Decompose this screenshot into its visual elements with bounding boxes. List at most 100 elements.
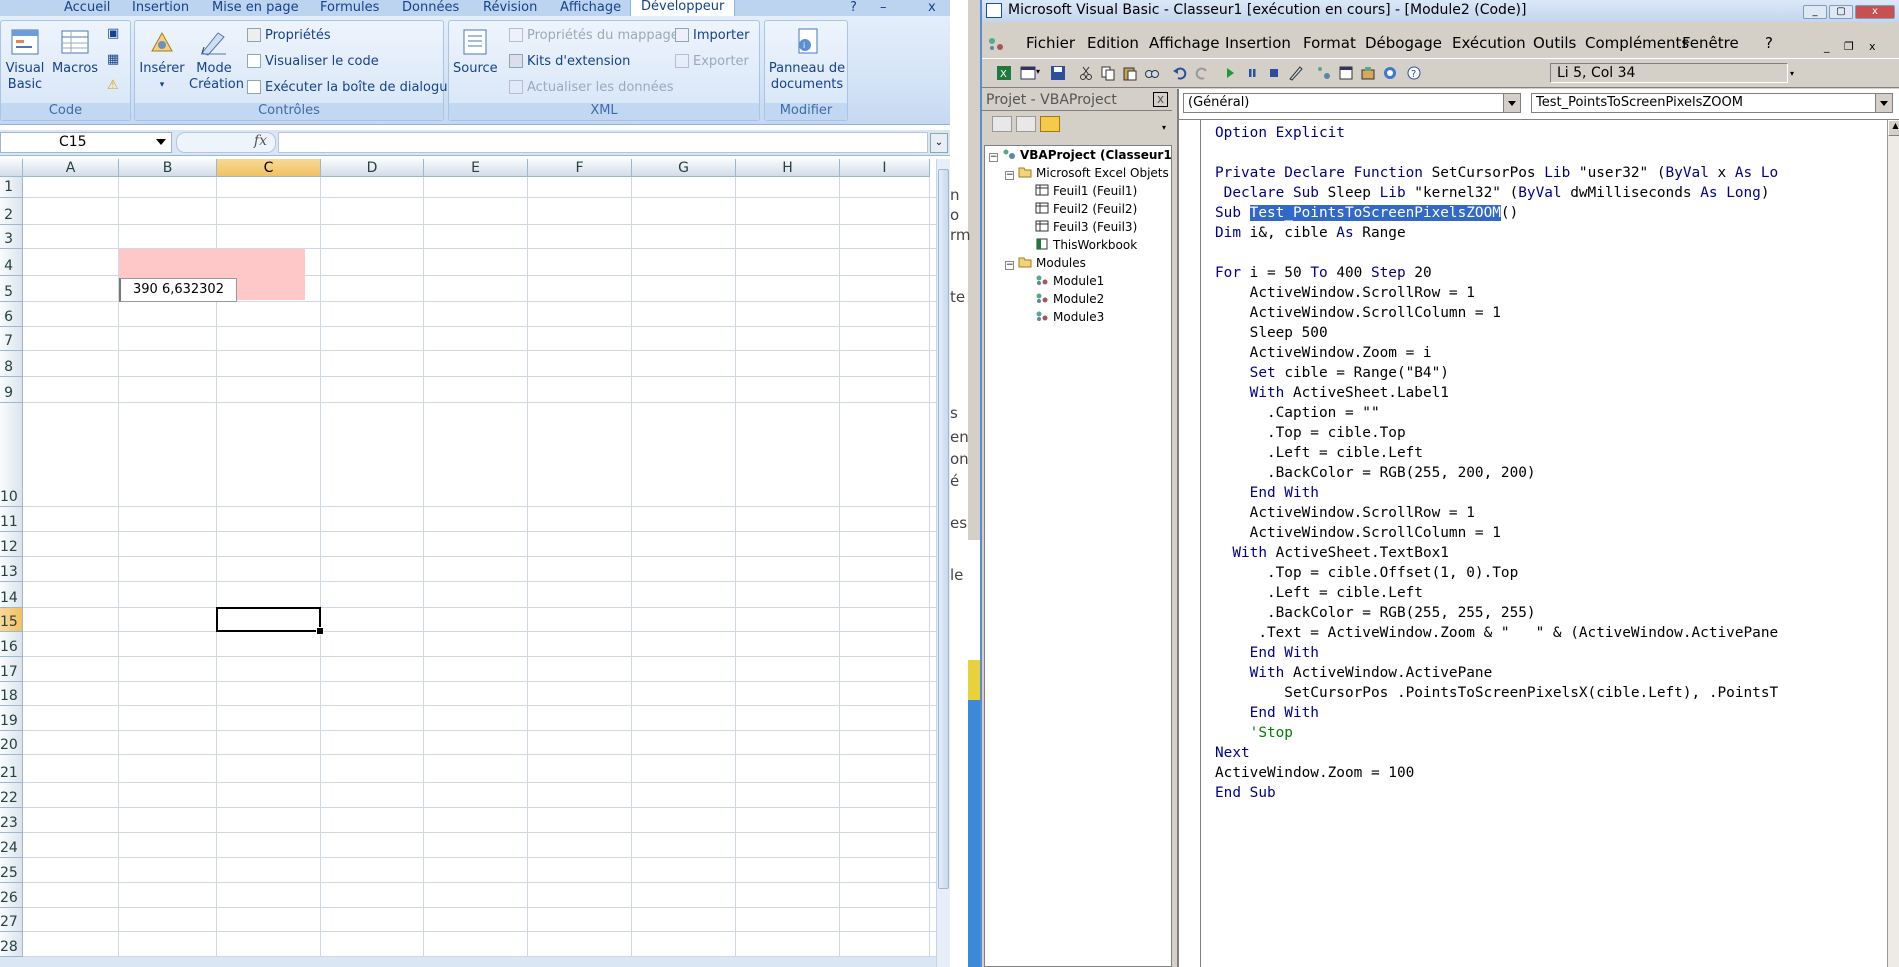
view-object-icon[interactable] bbox=[1016, 116, 1036, 132]
row-header-10[interactable]: 10 bbox=[0, 403, 23, 507]
menu-format[interactable]: Format bbox=[1303, 30, 1356, 56]
code-line[interactable]: ActiveWindow.ScrollColumn = 1 bbox=[1215, 523, 1778, 543]
copy-icon[interactable] bbox=[1100, 65, 1116, 81]
visual-basic-button[interactable]: Visual Basic bbox=[3, 27, 47, 93]
column-header-h[interactable]: H bbox=[736, 159, 840, 177]
code-line[interactable]: ActiveWindow.ScrollRow = 1 bbox=[1215, 283, 1778, 303]
tab-revision[interactable]: Révision bbox=[483, 0, 537, 16]
view-code-icon[interactable] bbox=[992, 116, 1012, 132]
code-line[interactable]: End With bbox=[1215, 483, 1778, 503]
menu-fichier[interactable]: Fichier bbox=[1026, 30, 1075, 56]
code-line[interactable]: End Sub bbox=[1215, 783, 1778, 803]
menu-complements[interactable]: Compléments bbox=[1585, 30, 1689, 56]
active-cell[interactable] bbox=[216, 607, 324, 635]
row-header-13[interactable]: 13 bbox=[0, 557, 23, 582]
row-header-3[interactable]: 3 bbox=[0, 225, 23, 249]
menu-affichage[interactable]: Affichage bbox=[1149, 30, 1219, 56]
code-line[interactable]: .Left = cible.Left bbox=[1215, 443, 1778, 463]
project-explorer-icon[interactable] bbox=[1316, 65, 1332, 81]
menu-outils[interactable]: Outils bbox=[1533, 30, 1576, 56]
code-line[interactable]: ActiveWindow.Zoom = 100 bbox=[1215, 763, 1778, 783]
code-line[interactable]: Dim i&, cible As Range bbox=[1215, 223, 1778, 243]
tree-node-vbaproject[interactable]: − VBAProject (Classeur1 bbox=[989, 146, 1171, 164]
find-icon[interactable] bbox=[1144, 65, 1160, 81]
object-browser-icon[interactable] bbox=[1360, 65, 1376, 81]
row-header-25[interactable]: 25 bbox=[0, 858, 23, 883]
object-combo[interactable]: (Général) bbox=[1183, 93, 1521, 113]
row-header-2[interactable]: 2 bbox=[0, 198, 23, 225]
code-line[interactable]: SetCursorPos .PointsToScreenPixelsX(cibl… bbox=[1215, 683, 1778, 703]
row-header-27[interactable]: 27 bbox=[0, 908, 23, 932]
name-box[interactable]: C15 bbox=[0, 132, 172, 153]
sheet-tabs-bar[interactable] bbox=[0, 957, 936, 967]
code-line[interactable]: .BackColor = RGB(255, 200, 200) bbox=[1215, 463, 1778, 483]
kits-extension-button[interactable]: Kits d'extension bbox=[509, 53, 630, 71]
save-icon[interactable] bbox=[1050, 65, 1066, 81]
code-line[interactable]: 'Stop bbox=[1215, 723, 1778, 743]
code-editor[interactable]: Option Explicit Private Declare Function … bbox=[1179, 119, 1899, 967]
scrollbar-thumb[interactable] bbox=[938, 169, 949, 889]
code-line[interactable]: For i = 50 To 400 Step 20 bbox=[1215, 263, 1778, 283]
column-header-b[interactable]: B bbox=[119, 159, 217, 177]
reset-icon[interactable] bbox=[1266, 65, 1282, 81]
tree-node-module2[interactable]: Module2 bbox=[1035, 290, 1104, 308]
break-icon[interactable] bbox=[1244, 65, 1260, 81]
row-header-16[interactable]: 16 bbox=[0, 632, 23, 657]
minimize-ribbon-icon[interactable]: – bbox=[880, 0, 887, 16]
mdi-restore-icon[interactable]: ❐ bbox=[1844, 34, 1854, 60]
importer-button[interactable]: Importer bbox=[675, 27, 750, 45]
chevron-down-icon[interactable] bbox=[1875, 94, 1892, 112]
code-line[interactable]: With ActiveSheet.TextBox1 bbox=[1215, 543, 1778, 563]
properties-window-icon[interactable] bbox=[1338, 65, 1354, 81]
code-line[interactable]: With ActiveSheet.Label1 bbox=[1215, 383, 1778, 403]
code-line[interactable]: .Caption = "" bbox=[1215, 403, 1778, 423]
exporter-button[interactable]: Exporter bbox=[675, 53, 749, 71]
tree-node-feuil2[interactable]: Feuil2 (Feuil2) bbox=[1035, 200, 1137, 218]
row-header-22[interactable]: 22 bbox=[0, 783, 23, 808]
proprietes-mappage-button[interactable]: Propriétés du mappage bbox=[509, 27, 679, 45]
code-line[interactable]: Option Explicit bbox=[1215, 123, 1778, 143]
row-header-9[interactable]: 9 bbox=[0, 377, 23, 403]
toolbox-icon[interactable] bbox=[1382, 65, 1398, 81]
code-line[interactable]: .Top = cible.Top bbox=[1215, 423, 1778, 443]
row-header-15[interactable]: 15 bbox=[0, 608, 23, 632]
menu-insertion[interactable]: Insertion bbox=[1225, 30, 1291, 56]
column-header-f[interactable]: F bbox=[528, 159, 632, 177]
code-line[interactable] bbox=[1215, 143, 1778, 163]
fx-icon[interactable]: fx bbox=[254, 133, 267, 149]
textbox1-control[interactable]: 390 6,632302 bbox=[119, 278, 237, 302]
collapse-icon[interactable]: − bbox=[989, 153, 998, 162]
column-header-e[interactable]: E bbox=[424, 159, 528, 177]
row-header-1[interactable]: 1 bbox=[0, 177, 23, 198]
code-line[interactable]: End With bbox=[1215, 643, 1778, 663]
minimize-icon[interactable]: _ bbox=[1803, 5, 1827, 19]
row-header-7[interactable]: 7 bbox=[0, 327, 23, 351]
tab-formules[interactable]: Formules bbox=[320, 0, 379, 16]
collapse-icon[interactable]: − bbox=[1005, 171, 1014, 180]
tree-node-modules[interactable]: − Modules bbox=[1005, 254, 1086, 272]
code-line[interactable]: .Top = cible.Offset(1, 0).Top bbox=[1215, 563, 1778, 583]
tab-mise-en-page[interactable]: Mise en page bbox=[212, 0, 299, 16]
close-icon[interactable]: x bbox=[1855, 5, 1895, 19]
tree-node-feuil1[interactable]: Feuil1 (Feuil1) bbox=[1035, 182, 1137, 200]
vertical-scrollbar[interactable] bbox=[936, 159, 950, 967]
row-header-5[interactable]: 5 bbox=[0, 276, 23, 302]
collapse-icon[interactable]: − bbox=[1005, 261, 1014, 270]
menu-debogage[interactable]: Débogage bbox=[1365, 30, 1442, 56]
row-header-21[interactable]: 21 bbox=[0, 755, 23, 783]
code-line[interactable]: Private Declare Function SetCursorPos Li… bbox=[1215, 163, 1778, 183]
toolbar-options-icon[interactable]: ▾ bbox=[1790, 69, 1794, 78]
row-header-11[interactable]: 11 bbox=[0, 507, 23, 532]
code-line[interactable]: With ActiveWindow.ActivePane bbox=[1215, 663, 1778, 683]
toggle-folders-icon[interactable] bbox=[1040, 116, 1060, 132]
expand-formula-icon[interactable]: ⌄ bbox=[930, 133, 948, 153]
menu-aide[interactable]: ? bbox=[1765, 30, 1773, 56]
menu-fenetre[interactable]: Fenêtre bbox=[1682, 30, 1739, 56]
row-header-20[interactable]: 20 bbox=[0, 731, 23, 755]
undo-icon[interactable] bbox=[1172, 65, 1188, 81]
tree-node-feuil3[interactable]: Feuil3 (Feuil3) bbox=[1035, 218, 1137, 236]
code-line[interactable]: Next bbox=[1215, 743, 1778, 763]
column-header-g[interactable]: G bbox=[632, 159, 736, 177]
run-icon[interactable] bbox=[1222, 65, 1238, 81]
tree-node-excel-objects[interactable]: − Microsoft Excel Objets bbox=[1005, 164, 1169, 182]
